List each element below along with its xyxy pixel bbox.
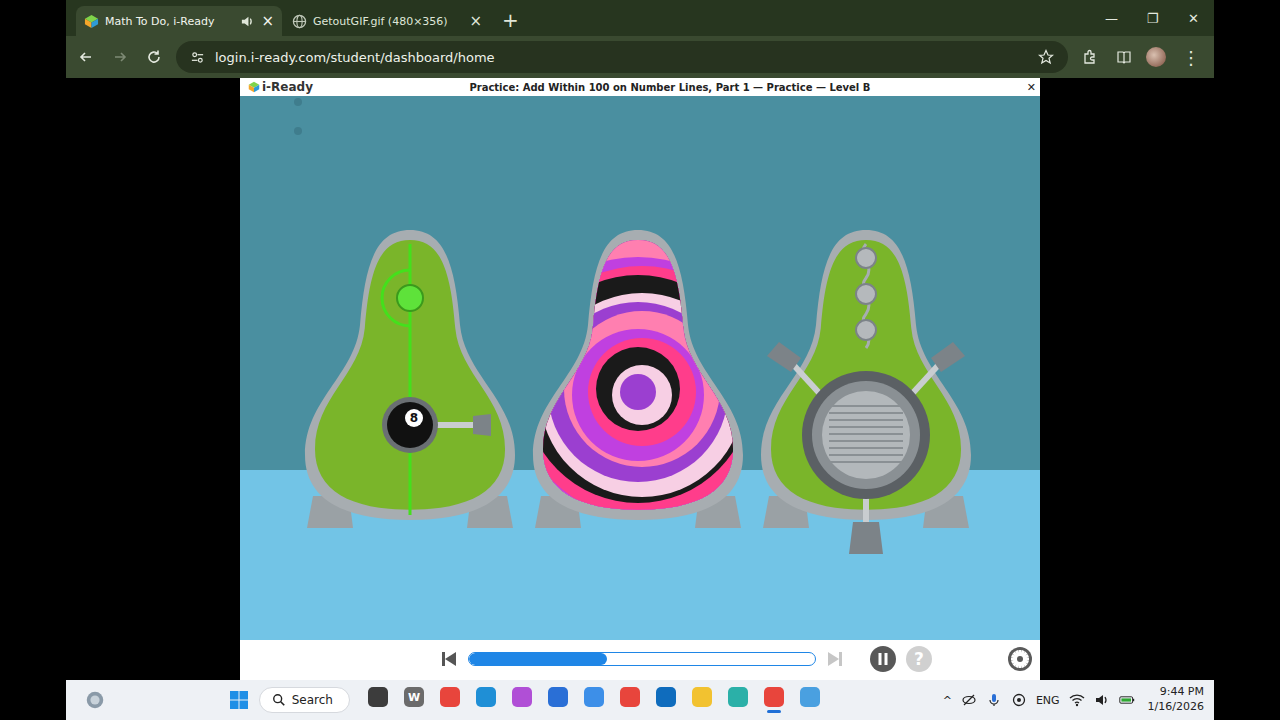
taskbar-app[interactable] bbox=[470, 680, 502, 720]
system-tray: ^ ENG 9:44 PM1/16/2026 bbox=[943, 685, 1204, 715]
taskbar-app[interactable]: W bbox=[398, 680, 430, 720]
microphone-icon[interactable] bbox=[986, 692, 1002, 708]
search-icon bbox=[272, 693, 286, 707]
switch-panel[interactable]: 8 bbox=[382, 244, 491, 515]
reading-mode-icon[interactable] bbox=[1112, 45, 1136, 69]
taskbar-app[interactable] bbox=[650, 680, 682, 720]
eight-ball-icon[interactable] bbox=[387, 402, 433, 448]
progress-bar bbox=[468, 652, 816, 666]
browser-menu-button[interactable]: ⋮ bbox=[1176, 47, 1206, 68]
profile-avatar[interactable] bbox=[1146, 47, 1166, 67]
window-control-button[interactable]: ✕ bbox=[1173, 0, 1214, 36]
taskbar-app[interactable] bbox=[794, 680, 826, 720]
iready-favicon-icon bbox=[84, 14, 99, 29]
vault-door[interactable] bbox=[767, 244, 965, 554]
taskbar: Search W ^ ENG 9:44 PM1/16/2026 bbox=[66, 680, 1214, 720]
pod[interactable]: 8 bbox=[305, 230, 515, 528]
battery-icon[interactable] bbox=[1119, 692, 1135, 708]
letterbox-left bbox=[0, 0, 66, 720]
app-icon bbox=[512, 687, 532, 707]
skip-forward-icon[interactable] bbox=[826, 650, 844, 668]
taskbar-app[interactable] bbox=[434, 680, 466, 720]
page-content: i-Ready Practice: Add Within 100 on Numbe… bbox=[66, 78, 1214, 680]
taskbar-app[interactable] bbox=[362, 680, 394, 720]
extensions-icon[interactable] bbox=[1078, 45, 1102, 69]
indicator-light bbox=[397, 285, 423, 311]
tab-close-button[interactable]: × bbox=[469, 12, 482, 30]
taskbar-app[interactable] bbox=[578, 680, 610, 720]
letterbox-right bbox=[1214, 0, 1280, 720]
app-icon bbox=[728, 687, 748, 707]
tab-label: GetoutGIF.gif (480×356) bbox=[313, 15, 463, 28]
svg-text:8: 8 bbox=[410, 411, 418, 425]
taskbar-app[interactable] bbox=[758, 680, 790, 720]
taskbar-app[interactable] bbox=[614, 680, 646, 720]
weather-icon[interactable] bbox=[84, 689, 106, 711]
url-text: login.i-ready.com/student/dashboard/home bbox=[215, 50, 1028, 65]
bookmark-star-icon[interactable] bbox=[1038, 49, 1054, 65]
app-icon bbox=[656, 687, 676, 707]
app-icon: W bbox=[404, 687, 424, 707]
lesson-title: Practice: Add Within 100 on Number Lines… bbox=[321, 82, 1019, 93]
address-bar[interactable]: login.i-ready.com/student/dashboard/home bbox=[176, 41, 1068, 73]
browser-tab[interactable]: Math To Do, i-Ready × bbox=[76, 6, 282, 36]
app-icon bbox=[692, 687, 712, 707]
app-icon bbox=[584, 687, 604, 707]
new-tab-button[interactable]: + bbox=[492, 8, 529, 32]
toolbar: login.i-ready.com/student/dashboard/home… bbox=[66, 36, 1214, 78]
help-button[interactable]: ? bbox=[906, 646, 932, 672]
app-icon bbox=[548, 687, 568, 707]
reload-icon[interactable] bbox=[142, 45, 166, 69]
taskbar-app[interactable] bbox=[722, 680, 754, 720]
app-icon bbox=[620, 687, 640, 707]
screen: Math To Do, i-Ready×GetoutGIF.gif (480×3… bbox=[0, 0, 1280, 720]
app-icon bbox=[476, 687, 496, 707]
player-controls: ? bbox=[240, 640, 1040, 678]
browser-tab[interactable]: GetoutGIF.gif (480×356) × bbox=[284, 6, 490, 36]
desktop: Math To Do, i-Ready×GetoutGIF.gif (480×3… bbox=[66, 0, 1214, 720]
volume-icon[interactable] bbox=[1094, 692, 1110, 708]
app-icon bbox=[440, 687, 460, 707]
skip-back-icon[interactable] bbox=[440, 650, 458, 668]
back-icon[interactable] bbox=[74, 45, 98, 69]
clock[interactable]: 9:44 PM1/16/2026 bbox=[1148, 685, 1204, 715]
tab-close-button[interactable]: × bbox=[261, 12, 274, 30]
window-control-button[interactable]: ❐ bbox=[1132, 0, 1173, 36]
game-scene[interactable]: 8 bbox=[240, 96, 1040, 640]
lesson-close-button[interactable]: ✕ bbox=[1027, 81, 1036, 94]
app-icon bbox=[800, 687, 820, 707]
browser-window: Math To Do, i-Ready×GetoutGIF.gif (480×3… bbox=[66, 0, 1214, 680]
taskbar-app[interactable] bbox=[686, 680, 718, 720]
eye-off-icon[interactable] bbox=[961, 692, 977, 708]
progress-fill bbox=[469, 653, 607, 665]
site-info-icon[interactable] bbox=[190, 50, 205, 65]
location-icon[interactable] bbox=[1011, 692, 1027, 708]
windows-start-icon[interactable] bbox=[223, 690, 255, 710]
app-icon bbox=[368, 687, 388, 707]
pause-icon[interactable] bbox=[870, 646, 896, 672]
pod[interactable] bbox=[761, 230, 971, 554]
lesson-header: i-Ready Practice: Add Within 100 on Numbe… bbox=[240, 78, 1040, 96]
app-icon bbox=[764, 687, 784, 707]
taskbar-app[interactable] bbox=[542, 680, 574, 720]
tray-overflow-button[interactable]: ^ bbox=[943, 694, 952, 707]
window-control-button[interactable]: — bbox=[1091, 0, 1132, 36]
taskbar-app[interactable] bbox=[506, 680, 538, 720]
tab-label: Math To Do, i-Ready bbox=[105, 15, 234, 28]
globe-icon bbox=[292, 14, 307, 29]
lesson-player: i-Ready Practice: Add Within 100 on Numbe… bbox=[240, 78, 1040, 680]
tab-bar: Math To Do, i-Ready×GetoutGIF.gif (480×3… bbox=[66, 0, 1214, 36]
settings-gear-icon[interactable] bbox=[1008, 647, 1032, 671]
input-language[interactable]: ENG bbox=[1036, 694, 1060, 707]
forward-icon[interactable] bbox=[108, 45, 132, 69]
iready-logo-icon bbox=[248, 81, 260, 93]
iready-logo: i-Ready bbox=[248, 80, 313, 94]
taskbar-search[interactable]: Search bbox=[259, 687, 350, 713]
speaker-icon[interactable] bbox=[240, 14, 255, 29]
wifi-icon[interactable] bbox=[1069, 692, 1085, 708]
